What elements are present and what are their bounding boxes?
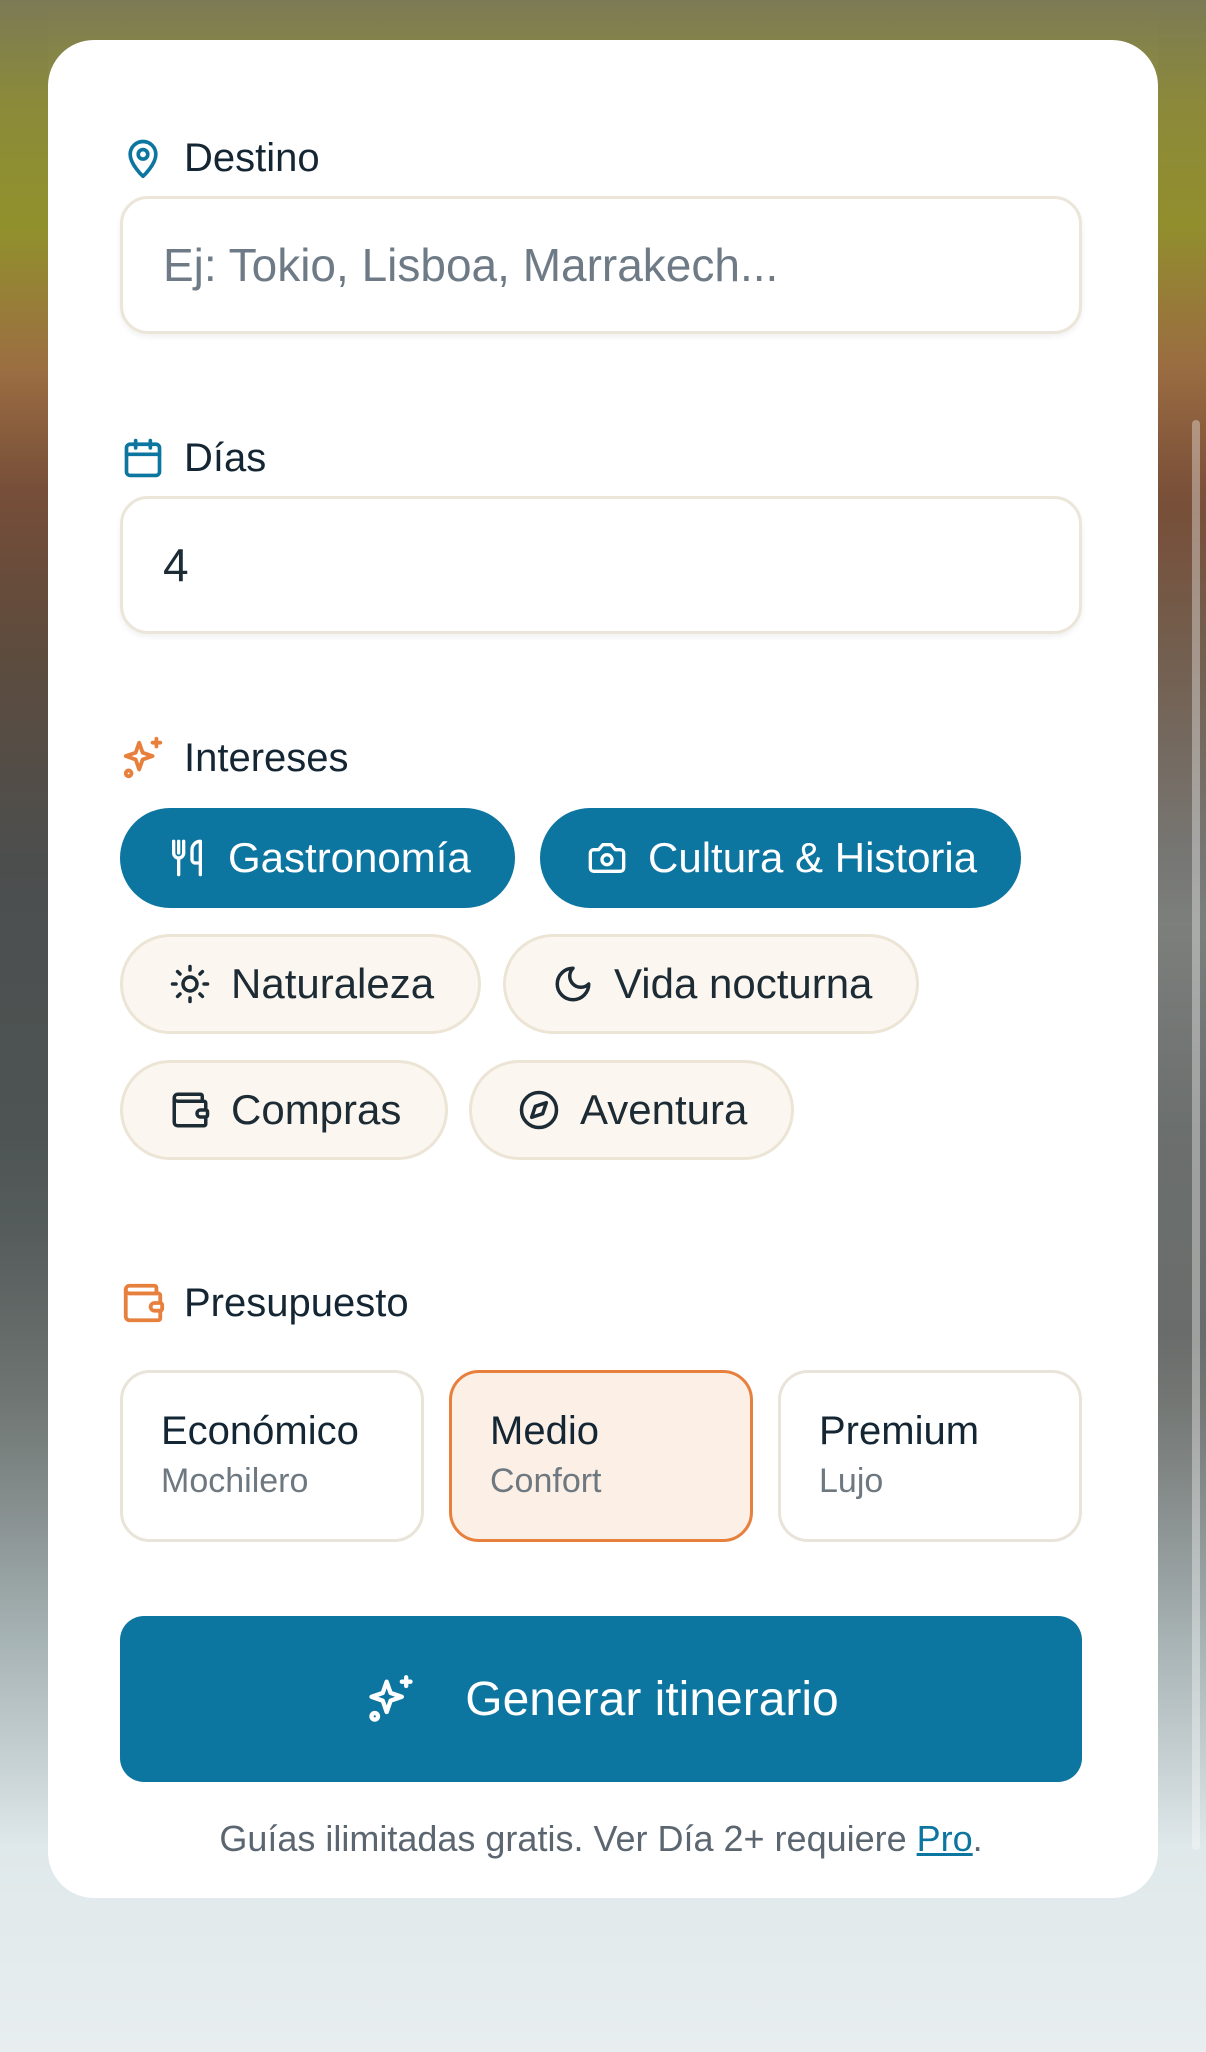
camera-icon — [584, 835, 630, 881]
dias-field[interactable] — [120, 496, 1082, 634]
destino-label: Destino — [184, 135, 320, 180]
destino-label-row: Destino — [120, 130, 320, 186]
budget-subtitle: Mochilero — [161, 1462, 309, 1500]
presupuesto-label-row: Presupuesto — [120, 1275, 409, 1331]
generate-itinerary-button[interactable]: Generar itinerario — [120, 1616, 1082, 1782]
chip-aventura[interactable]: Aventura — [469, 1060, 795, 1160]
calendar-icon — [120, 435, 166, 481]
chip-compras[interactable]: Compras — [120, 1060, 449, 1160]
presupuesto-label: Presupuesto — [184, 1280, 409, 1325]
budget-title: Medio — [490, 1409, 599, 1453]
intereses-label: Intereses — [184, 735, 349, 780]
dias-label-row: Días — [120, 430, 266, 486]
background-left-edge — [0, 0, 48, 2052]
sun-icon — [167, 961, 213, 1007]
budget-title: Económico — [161, 1409, 359, 1453]
budget-option-economico[interactable]: Económico Mochilero — [120, 1370, 424, 1542]
footnote-text: Guías ilimitadas gratis. Ver Día 2+ requ… — [219, 1818, 917, 1859]
sparkles-icon — [120, 735, 166, 781]
chip-label: Cultura & Historia — [648, 834, 978, 881]
moon-icon — [550, 961, 596, 1007]
sparkles-icon — [363, 1671, 419, 1727]
scroll-indicator[interactable] — [1192, 420, 1200, 1850]
budget-option-medio[interactable]: Medio Confort — [449, 1370, 753, 1542]
chip-gastronomia[interactable]: Gastronomía — [120, 808, 515, 908]
pro-link[interactable]: Pro — [917, 1818, 973, 1859]
wallet-icon — [120, 1280, 166, 1326]
chip-label: Aventura — [580, 1086, 748, 1133]
dias-label: Días — [184, 435, 267, 480]
budget-subtitle: Lujo — [819, 1462, 884, 1500]
dias-input[interactable] — [161, 537, 1079, 593]
map-pin-icon — [120, 135, 166, 181]
compass-icon — [516, 1087, 562, 1133]
budget-title: Premium — [819, 1409, 980, 1453]
chip-label: Compras — [231, 1086, 402, 1133]
budget-subtitle: Confort — [490, 1462, 602, 1500]
destino-input[interactable] — [161, 237, 1079, 293]
chip-naturaleza[interactable]: Naturaleza — [120, 934, 482, 1034]
wallet-icon — [167, 1087, 213, 1133]
destino-field[interactable] — [120, 196, 1082, 334]
generate-label: Generar itinerario — [465, 1672, 839, 1726]
chip-vida-nocturna[interactable]: Vida nocturna — [503, 934, 920, 1034]
footnote: Guías ilimitadas gratis. Ver Día 2+ requ… — [120, 1818, 1082, 1860]
chip-label: Gastronomía — [228, 834, 471, 881]
trip-form-card: Destino Días Intereses — [48, 40, 1158, 1898]
chip-label: Vida nocturna — [614, 960, 873, 1007]
utensils-icon — [164, 835, 210, 881]
budget-option-premium[interactable]: Premium Lujo — [778, 1370, 1082, 1542]
chip-cultura-historia[interactable]: Cultura & Historia — [540, 808, 1022, 908]
footnote-suffix: . — [972, 1818, 983, 1859]
chip-label: Naturaleza — [231, 960, 435, 1007]
intereses-label-row: Intereses — [120, 730, 349, 786]
